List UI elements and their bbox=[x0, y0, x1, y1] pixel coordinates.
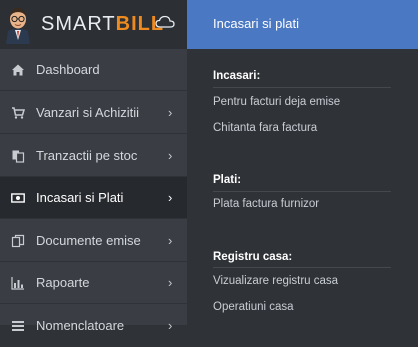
sidebar-item-label: Documente emise bbox=[36, 233, 141, 248]
link-vizualizare-registru-casa[interactable]: Vizualizare registru casa bbox=[213, 274, 338, 288]
section-divider bbox=[213, 191, 391, 192]
sidebar-item-label: Dashboard bbox=[36, 62, 100, 77]
documents-icon bbox=[12, 150, 25, 163]
section-title-plati: Plati: bbox=[213, 174, 242, 186]
sidebar-item-rapoarte[interactable]: Rapoarte › bbox=[0, 262, 187, 304]
sidebar-item-incasari-plati[interactable]: Incasari si Plati › bbox=[0, 177, 187, 219]
chevron-right-icon: › bbox=[168, 318, 173, 333]
mascot-avatar bbox=[2, 4, 34, 44]
chevron-right-icon: › bbox=[168, 148, 173, 163]
sidebar-item-tranzactii[interactable]: Tranzactii pe stoc › bbox=[0, 135, 187, 177]
home-icon bbox=[12, 64, 24, 76]
submenu-panel: Incasari si plati Incasari: Pentru factu… bbox=[187, 0, 418, 325]
sidebar-item-label: Incasari si Plati bbox=[36, 190, 124, 205]
copy-icon bbox=[11, 234, 25, 248]
bar-chart-icon bbox=[11, 277, 24, 290]
sidebar-item-vanzari[interactable]: Vanzari si Achizitii › bbox=[0, 92, 187, 134]
section-title-incasari: Incasari: bbox=[213, 70, 261, 82]
section-divider bbox=[213, 267, 391, 268]
link-chitanta-fara-factura[interactable]: Chitanta fara factura bbox=[213, 121, 317, 135]
submenu-title: Incasari si plati bbox=[213, 16, 299, 31]
section-title-registru-casa: Registru casa: bbox=[213, 251, 293, 263]
sidebar-item-label: Vanzari si Achizitii bbox=[36, 105, 140, 120]
chevron-right-icon: › bbox=[168, 275, 173, 290]
chevron-right-icon: › bbox=[168, 190, 173, 205]
chevron-right-icon: › bbox=[168, 233, 173, 248]
link-operatiuni-casa[interactable]: Operatiuni casa bbox=[213, 300, 294, 314]
sidebar-item-dashboard[interactable]: Dashboard bbox=[0, 49, 187, 91]
sidebar: SMARTBILL Dashboard Vanzari si Achizitii… bbox=[0, 0, 187, 347]
chevron-right-icon: › bbox=[168, 105, 173, 120]
link-pentru-facturi-emise[interactable]: Pentru facturi deja emise bbox=[213, 95, 340, 109]
banknote-icon bbox=[11, 193, 25, 203]
list-icon bbox=[12, 321, 24, 331]
submenu-header: Incasari si plati bbox=[187, 0, 418, 49]
cart-icon bbox=[12, 107, 25, 119]
sidebar-item-documente[interactable]: Documente emise › bbox=[0, 220, 187, 262]
logo-bar: SMARTBILL bbox=[0, 0, 187, 49]
sidebar-item-nomenclatoare[interactable]: Nomenclatoare › bbox=[0, 305, 187, 347]
sidebar-item-label: Nomenclatoare bbox=[36, 318, 125, 333]
section-divider bbox=[213, 87, 391, 88]
cloud-icon bbox=[155, 15, 175, 28]
brand-logo-text[interactable]: SMARTBILL bbox=[41, 12, 164, 36]
sidebar-item-label: Tranzactii pe stoc bbox=[36, 148, 138, 163]
sidebar-item-label: Rapoarte bbox=[36, 275, 90, 290]
link-plata-factura-furnizor[interactable]: Plata factura furnizor bbox=[213, 197, 319, 211]
